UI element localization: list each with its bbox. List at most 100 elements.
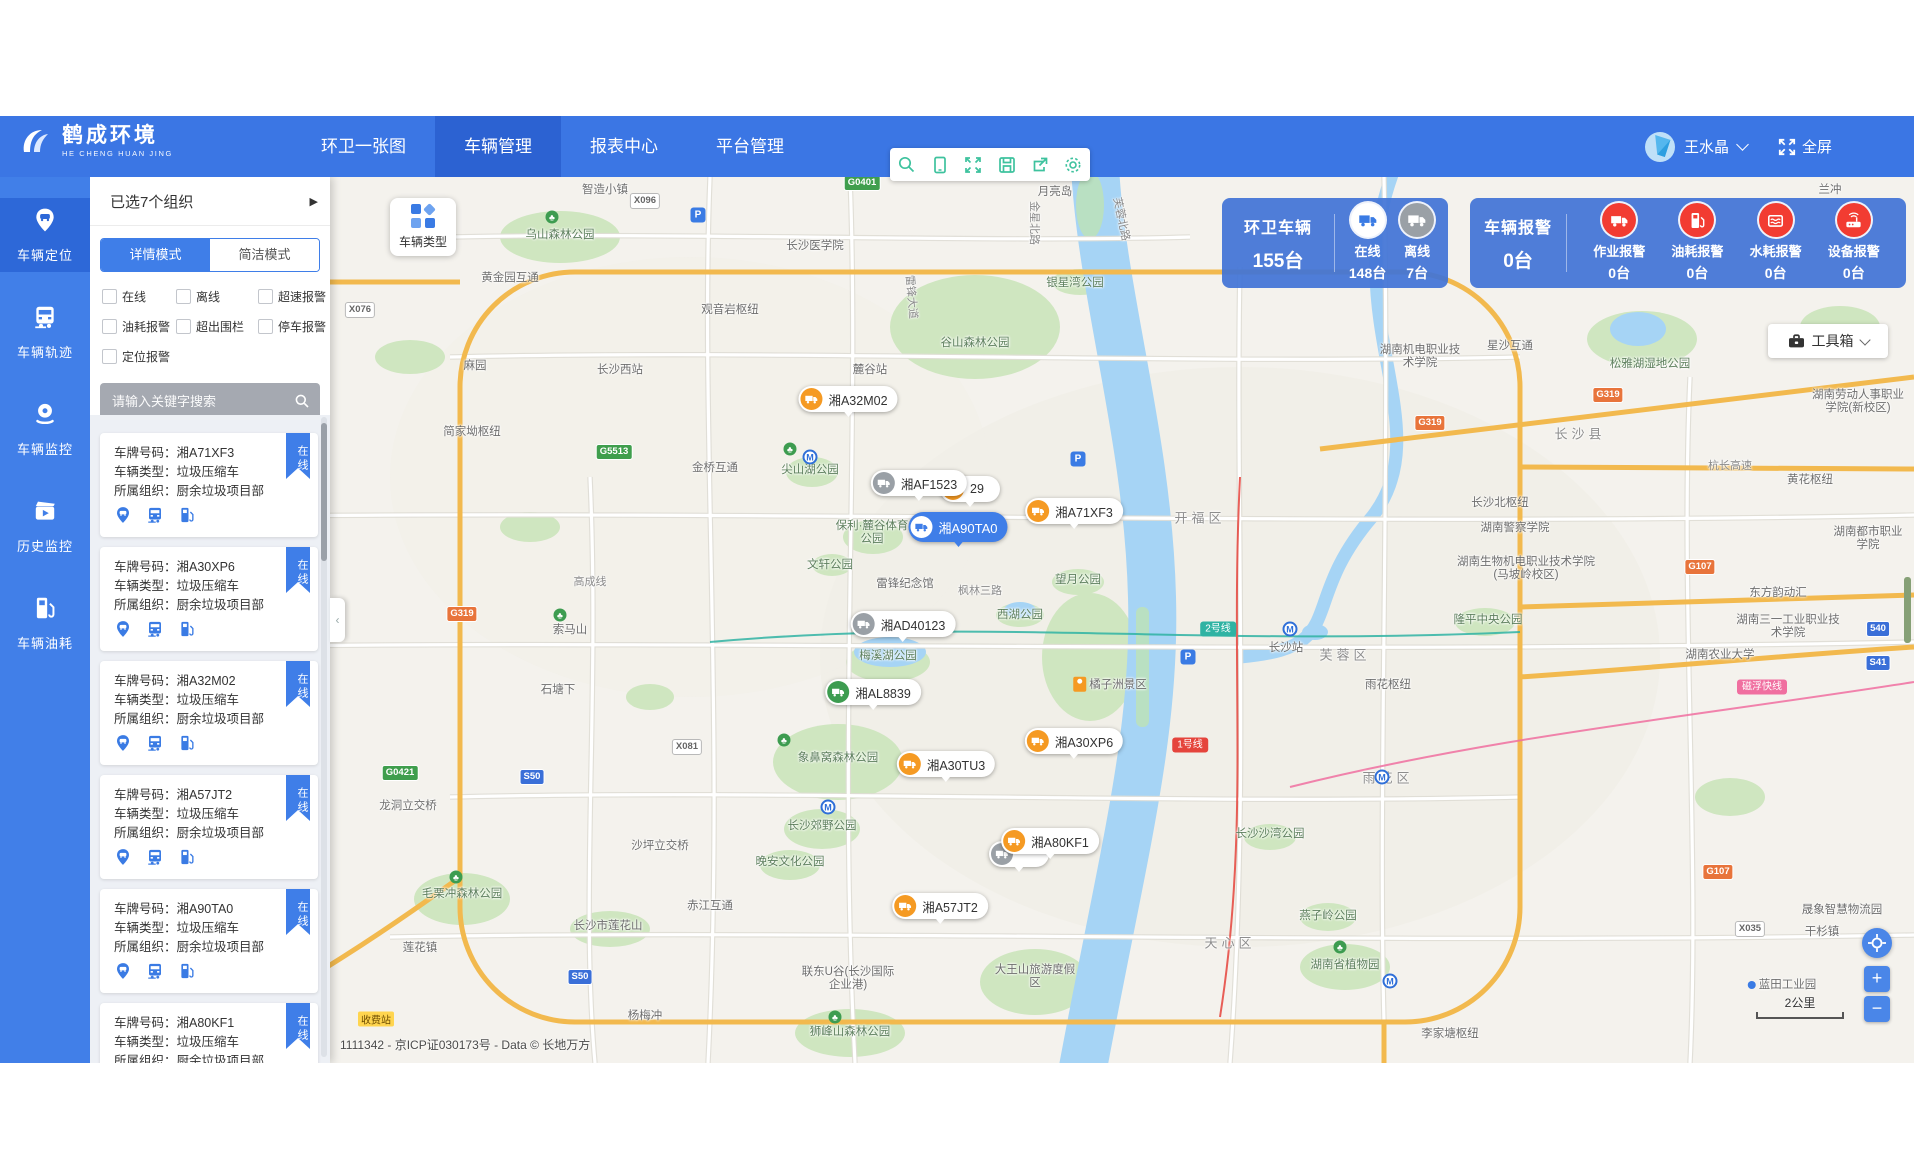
- filter-3[interactable]: 超速报警: [258, 288, 326, 305]
- vehicle-marker[interactable]: 湘A32M02: [798, 386, 897, 412]
- vehicle-type-button[interactable]: 车辆类型: [390, 198, 456, 256]
- search-icon[interactable]: [897, 155, 917, 175]
- vehicle-marker[interactable]: 湘A30TU3: [897, 751, 995, 777]
- locate-vehicle-icon[interactable]: [114, 620, 132, 643]
- org-selector[interactable]: 已选7个组织 ▶: [90, 177, 330, 226]
- track-vehicle-icon[interactable]: [146, 962, 164, 985]
- vehicle-card[interactable]: 车牌号码：湘A32M02车辆类型：垃圾压缩车所属组织：厨余垃圾项目部在线: [100, 661, 318, 765]
- tree-icon: ♣: [554, 609, 567, 622]
- alarm-value: 0台: [1687, 263, 1709, 283]
- fuel-icon: [1680, 203, 1714, 237]
- vehicle-marker[interactable]: 湘A30XP6: [1025, 728, 1123, 754]
- crosshair-icon: [1868, 934, 1886, 952]
- fuel-vehicle-icon[interactable]: [178, 848, 196, 871]
- marker-plate: 湘AF1523: [901, 474, 957, 493]
- zoom-out-button[interactable]: −: [1864, 996, 1890, 1022]
- vehicle-card[interactable]: 车牌号码：湘A71XF3车辆类型：垃圾压缩车所属组织：厨余垃圾项目部在线: [100, 433, 318, 537]
- vehicle-marker[interactable]: 湘AL8839: [825, 679, 921, 705]
- filter-2[interactable]: 离线: [176, 288, 258, 305]
- locate-vehicle-icon[interactable]: [114, 848, 132, 871]
- vehicle-card[interactable]: 车牌号码：湘A80KF1车辆类型：垃圾压缩车所属组织：厨余垃圾项目部在线: [100, 1003, 318, 1063]
- vehicle-marker[interactable]: 湘A57JT2: [892, 893, 988, 919]
- user-avatar[interactable]: [1645, 132, 1675, 162]
- vehicle-plate: 车牌号码：湘A71XF3: [114, 444, 304, 463]
- map-region[interactable]: 智造小镇月亮岛兰冲乌山森林公园长沙医学院黄金园互通银星湾公园观音岩枢纽谷山森林公…: [90, 177, 1914, 1063]
- arrow-right-icon[interactable]: ▶: [310, 195, 318, 208]
- checkbox[interactable]: [102, 319, 117, 334]
- fuel-vehicle-icon[interactable]: [178, 962, 196, 985]
- search-bar: [100, 383, 320, 419]
- sidebar-item-fuel[interactable]: 车辆油耗: [0, 586, 90, 660]
- filter-6[interactable]: 停车报警: [258, 318, 326, 335]
- device-icon: [1837, 203, 1871, 237]
- alarm-label: 设备报警: [1828, 241, 1880, 260]
- vehicle-marker[interactable]: 湘A80KF1: [1001, 828, 1099, 854]
- sidebar-item-pin-car[interactable]: 车辆定位: [0, 198, 90, 272]
- sidebar-item-route-bus[interactable]: 车辆轨迹: [0, 295, 90, 369]
- export-icon[interactable]: [1030, 155, 1050, 175]
- nav-item-2[interactable]: 车辆管理: [435, 116, 561, 177]
- checkbox[interactable]: [176, 319, 191, 334]
- checkbox[interactable]: [102, 289, 117, 304]
- toolbox-button[interactable]: 工具箱: [1768, 324, 1888, 358]
- track-vehicle-icon[interactable]: [146, 506, 164, 529]
- vehicle-card[interactable]: 车牌号码：湘A90TA0车辆类型：垃圾压缩车所属组织：厨余垃圾项目部在线: [100, 889, 318, 993]
- fullscreen-icon: [1778, 138, 1796, 156]
- sidebar-item-video[interactable]: 历史监控: [0, 489, 90, 563]
- checkbox[interactable]: [258, 289, 273, 304]
- nav-item-1[interactable]: 环卫一张图: [292, 116, 435, 177]
- panel-collapse-handle[interactable]: ‹: [330, 598, 345, 642]
- marker-plate: 湘AL8839: [855, 683, 911, 702]
- track-vehicle-icon[interactable]: [146, 848, 164, 871]
- vehicle-card[interactable]: 车牌号码：湘A30XP6车辆类型：垃圾压缩车所属组织：厨余垃圾项目部在线: [100, 547, 318, 651]
- locate-vehicle-icon[interactable]: [114, 734, 132, 757]
- fuel-vehicle-icon[interactable]: [178, 734, 196, 757]
- sidebar-item-camera[interactable]: 车辆监控: [0, 392, 90, 466]
- truck-icon: [1027, 730, 1049, 752]
- vehicle-card[interactable]: 车牌号码：湘A57JT2车辆类型：垃圾压缩车所属组织：厨余垃圾项目部在线: [100, 775, 318, 879]
- checkbox[interactable]: [102, 349, 117, 364]
- locate-vehicle-icon[interactable]: [114, 506, 132, 529]
- road-shield: S50: [568, 969, 593, 985]
- vehicle-marker[interactable]: 湘AD40123: [851, 611, 956, 637]
- filter-1[interactable]: 在线: [102, 288, 176, 305]
- save-icon[interactable]: [997, 155, 1017, 175]
- tab-detail-mode[interactable]: 详情模式: [101, 239, 210, 271]
- fuel-vehicle-icon[interactable]: [178, 620, 196, 643]
- locate-button[interactable]: [1862, 928, 1892, 958]
- checkbox[interactable]: [176, 289, 191, 304]
- transit-line-label: 1号线: [1172, 738, 1208, 753]
- fullscreen-button[interactable]: 全屏: [1778, 116, 1832, 177]
- expand-icon[interactable]: [963, 155, 983, 175]
- scrollbar-thumb[interactable]: [321, 423, 327, 561]
- truck-icon: [800, 388, 822, 410]
- nav-item-4[interactable]: 平台管理: [687, 116, 813, 177]
- vehicle-actions: [114, 962, 304, 985]
- track-vehicle-icon[interactable]: [146, 734, 164, 757]
- page-scrollbar-thumb[interactable]: [1904, 577, 1911, 643]
- road-shield: G319: [1414, 415, 1445, 431]
- filter-7[interactable]: 定位报警: [102, 348, 176, 365]
- device-icon[interactable]: [930, 155, 950, 175]
- vehicle-marker[interactable]: 湘AF1523: [871, 470, 967, 496]
- filter-5[interactable]: 超出围栏: [176, 318, 258, 335]
- marker-plate: 湘A90TA0: [938, 518, 997, 537]
- track-vehicle-icon[interactable]: [146, 620, 164, 643]
- metro-icon: M: [821, 800, 836, 815]
- vehicle-org: 所属组织：厨余垃圾项目部: [114, 482, 304, 501]
- vehicle-marker[interactable]: 湘A90TA0: [908, 512, 1007, 542]
- tab-simple-mode[interactable]: 简洁模式: [210, 239, 319, 271]
- locate-vehicle-icon[interactable]: [114, 962, 132, 985]
- nav-item-3[interactable]: 报表中心: [561, 116, 687, 177]
- zoom-in-button[interactable]: +: [1864, 966, 1890, 992]
- metro-icon: M: [803, 450, 818, 465]
- fuel-vehicle-icon[interactable]: [178, 506, 196, 529]
- search-input[interactable]: [110, 393, 294, 410]
- vehicle-marker[interactable]: 湘A71XF3: [1025, 498, 1123, 524]
- user-cluster[interactable]: 王水晶: [1645, 116, 1747, 177]
- vehicle-panel: 已选7个组织 ▶ 详情模式 简洁模式 在线离线超速报警油耗报警超出围栏停车报警定…: [90, 177, 330, 1063]
- search-icon[interactable]: [294, 393, 310, 409]
- settings-icon[interactable]: [1063, 155, 1083, 175]
- filter-4[interactable]: 油耗报警: [102, 318, 176, 335]
- checkbox[interactable]: [258, 319, 273, 334]
